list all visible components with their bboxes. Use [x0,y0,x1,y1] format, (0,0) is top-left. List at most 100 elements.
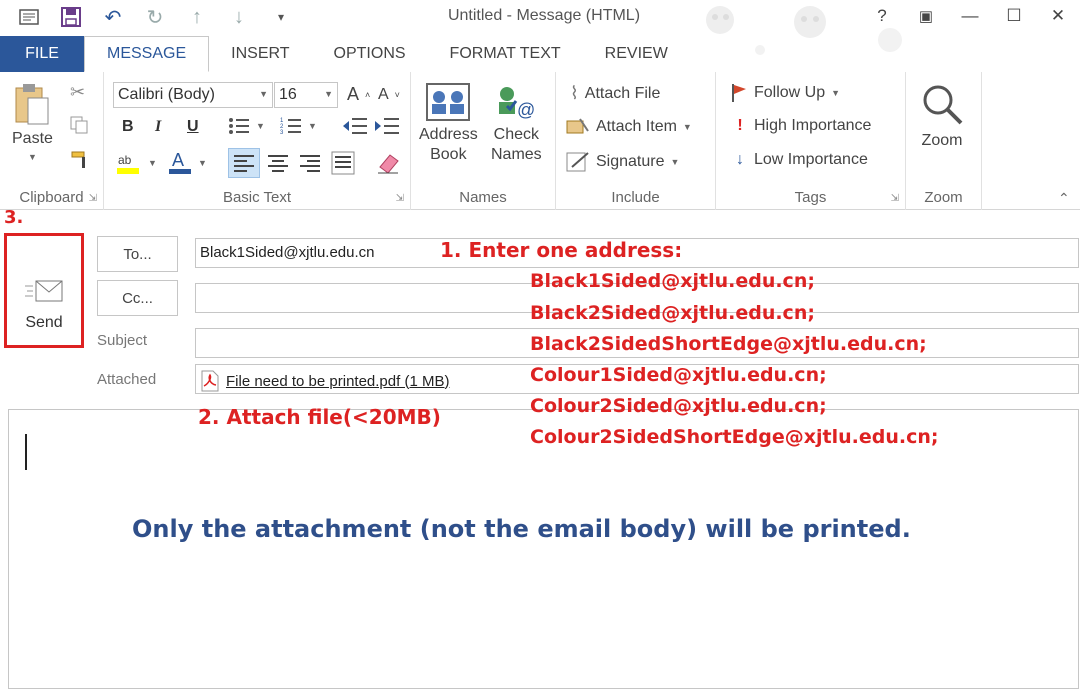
shrink-font-icon[interactable]: A ˅ [378,86,400,104]
font-name-value: Calibri (Body) [118,86,215,103]
align-center-icon[interactable] [267,153,289,173]
send-highlight-box: Send [4,233,84,348]
include-group: ⌇ Attach File Attach Item ▼ Signature ▼ … [556,72,716,210]
attachment-name: File need to be printed.pdf (1 MB) [226,372,450,390]
pdf-file-icon [201,370,219,392]
svg-text:3: 3 [280,130,284,136]
address-book-button[interactable]: Address Book [419,82,478,164]
font-size-combo[interactable]: 16 ▼ [274,82,338,108]
tab-format-text[interactable]: FORMAT TEXT [428,36,583,72]
down-arrow-icon: ↓ [736,151,744,168]
paste-icon [15,84,49,125]
align-left-icon [233,153,255,173]
underline-button[interactable]: U [187,118,199,136]
text-highlight-color-icon[interactable]: ab ▼ [116,150,157,176]
tags-group-label: Tags [794,189,827,206]
tab-insert[interactable]: INSERT [209,36,311,72]
maximize-button[interactable]: ☐ [992,2,1036,30]
paste-button[interactable]: Paste ▼ [12,82,53,162]
to-button[interactable]: To... [97,236,178,272]
address-option: Black2Sided@xjtlu.edu.cn; [530,302,815,324]
annotation-step-1: 1. Enter one address: [440,238,683,262]
low-importance-button[interactable]: ↓ Low Importance [732,151,868,169]
zoom-label: Zoom [921,132,963,149]
send-button[interactable]: Send [13,242,75,338]
chevron-down-icon: ▼ [28,152,37,162]
chevron-down-icon: ▼ [324,89,333,99]
check-names-button[interactable]: @ Check Names [491,82,542,164]
close-button[interactable]: ✕ [1036,2,1080,30]
copy-icon[interactable] [70,116,88,134]
clear-formatting-icon[interactable] [376,151,400,175]
attach-file-button[interactable]: ⌇ Attach File [570,83,660,104]
minimize-button[interactable]: — [948,2,992,30]
low-importance-label: Low Importance [754,151,868,168]
italic-button[interactable]: I [155,118,161,136]
cc-button[interactable]: Cc... [97,280,178,316]
send-envelope-icon [25,280,63,302]
follow-up-label: Follow Up [754,84,826,101]
dialog-launcher-icon[interactable]: ⇲ [891,193,899,204]
bold-button[interactable]: B [122,118,134,136]
tab-message[interactable]: MESSAGE [84,36,210,72]
attach-file-label: Attach File [584,84,661,102]
font-color-icon[interactable]: A ▼ [168,150,207,176]
annotation-step-2: 2. Attach file(<20MB) [198,405,441,429]
chevron-down-icon: ▼ [670,157,680,167]
decrease-indent-icon[interactable] [342,116,368,136]
svg-text:@: @ [517,100,535,120]
cut-icon[interactable]: ✂ [70,82,85,103]
zoom-group-label: Zoom [924,189,963,206]
signature-label: Signature [596,153,665,170]
ribbon-display-options-button[interactable]: ▣ [904,2,948,30]
attach-item-icon [566,118,589,134]
flag-icon [732,84,746,102]
format-painter-icon[interactable] [70,150,90,170]
tab-review[interactable]: REVIEW [583,36,690,72]
grow-font-icon[interactable]: A ˄ [347,84,370,105]
follow-up-button[interactable]: Follow Up ▼ [730,83,840,103]
print-note: Only the attachment (not the email body)… [132,515,911,543]
collapse-ribbon-icon[interactable]: ⌃ [1058,190,1070,207]
align-right-icon[interactable] [299,153,321,173]
address-option: Colour2SidedShortEdge@xjtlu.edu.cn; [530,426,939,448]
ribbon: Paste ▼ ✂ Clipboard ⇲ Calibri (Body) ▼ 1… [0,72,1080,210]
names-group: Address Book @ Check Names Names [411,72,556,210]
check-names-icon: @ [499,87,536,120]
message-body[interactable] [8,409,1079,689]
increase-indent-icon[interactable] [374,116,400,136]
send-label: Send [25,314,63,331]
font-name-combo[interactable]: Calibri (Body) ▼ [113,82,273,108]
basic-text-group-label: Basic Text [222,189,292,206]
attach-item-button[interactable]: Attach Item ▼ [566,117,692,137]
exclamation-icon: ! [737,117,743,134]
attach-item-label: Attach Item [596,118,677,135]
paste-label: Paste [12,130,53,147]
font-size-value: 16 [279,86,297,103]
zoom-button[interactable]: Zoom [920,82,964,150]
numbering-icon[interactable]: 123 ▼ [280,116,317,136]
check-names-label-line1: Check [493,126,540,143]
high-importance-button[interactable]: ! High Importance [732,117,871,135]
include-group-label: Include [611,189,660,206]
tab-options[interactable]: OPTIONS [312,36,428,72]
bullets-icon[interactable]: ▼ [228,116,265,136]
attached-label: Attached [97,371,157,388]
names-group-label: Names [459,189,507,206]
address-option: Black2SidedShortEdge@xjtlu.edu.cn; [530,333,927,355]
attachment-item[interactable]: File need to be printed.pdf (1 MB) [200,370,449,392]
address-option: Colour1Sided@xjtlu.edu.cn; [530,364,827,386]
help-button[interactable]: ? [860,2,904,30]
svg-text:ab: ab [118,153,132,167]
address-option: Black1Sided@xjtlu.edu.cn; [530,270,815,292]
chevron-down-icon: ▼ [682,122,692,132]
tab-file[interactable]: FILE [0,36,84,72]
dialog-launcher-icon[interactable]: ⇲ [89,193,97,204]
dialog-launcher-icon[interactable]: ⇲ [396,193,404,204]
signature-button[interactable]: Signature ▼ [566,151,679,173]
chevron-down-icon: ▼ [259,89,268,99]
address-book-icon [426,83,471,121]
address-book-label-line1: Address [419,126,478,143]
svg-text:A: A [172,150,184,170]
justify-icon[interactable] [331,151,355,175]
